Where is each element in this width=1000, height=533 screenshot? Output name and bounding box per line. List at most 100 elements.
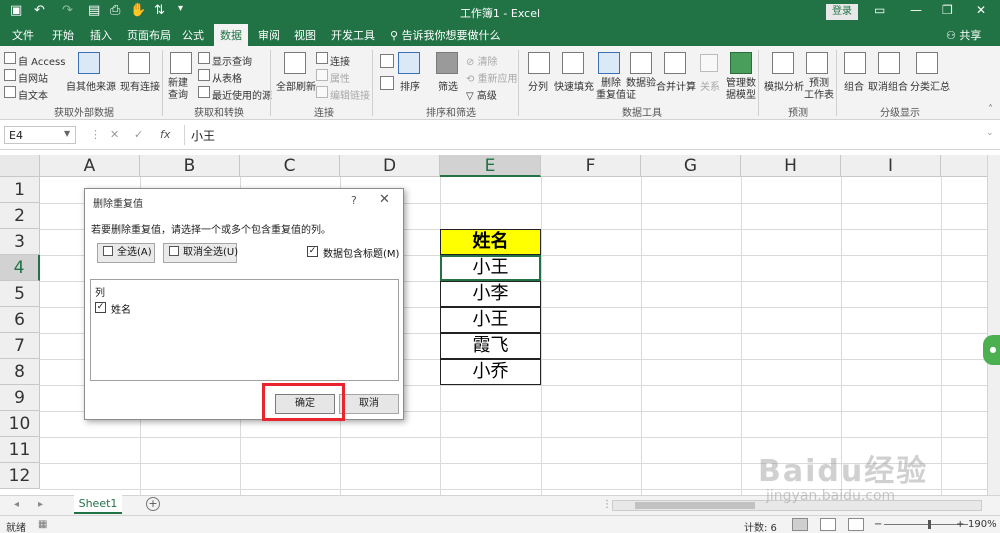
sheet-tab[interactable]: Sheet1	[74, 495, 122, 514]
cell-e7[interactable]: 霞飞	[440, 333, 541, 359]
ribbon-display-icon[interactable]: ▭	[874, 3, 885, 17]
row-header[interactable]: 7	[0, 333, 40, 359]
row-header[interactable]: 11	[0, 437, 40, 463]
forecast-sheet-button[interactable]: 预测 工作表	[804, 78, 834, 102]
cancel-button[interactable]: 取消	[339, 394, 399, 414]
edit-links-button[interactable]: 编辑链接	[330, 87, 370, 102]
row-header[interactable]: 12	[0, 463, 40, 489]
from-text-button[interactable]: 自文本	[18, 87, 48, 102]
group-button[interactable]: 组合	[844, 78, 864, 93]
column-header[interactable]: A	[40, 155, 140, 177]
chevron-down-icon[interactable]: ▼	[64, 129, 70, 138]
other-sources-button[interactable]: 自其他来源	[66, 78, 116, 93]
expand-formula-icon[interactable]: ⌄	[986, 128, 994, 138]
cancel-icon[interactable]: ✕	[110, 128, 119, 141]
from-table-button[interactable]: 从表格	[212, 70, 242, 85]
subtotal-button[interactable]: 分类汇总	[910, 78, 950, 93]
tab-insert[interactable]: 插入	[90, 27, 112, 43]
clear-filter-button[interactable]: ⊘ 清除	[466, 53, 498, 68]
new-query-button[interactable]: 新建 查询	[168, 78, 188, 102]
sort-az-icon[interactable]	[380, 54, 394, 68]
row-header[interactable]: 2	[0, 203, 40, 229]
add-sheet-icon[interactable]: +	[146, 497, 160, 511]
data-validation-button[interactable]: 数据验 证	[626, 78, 656, 102]
formula-input[interactable]: 小王	[184, 125, 994, 145]
column-header[interactable]: F	[541, 155, 641, 177]
cell-e4[interactable]: 小王	[440, 255, 541, 281]
relationships-button[interactable]: 关系	[700, 78, 720, 93]
properties-button[interactable]: 属性	[330, 70, 350, 85]
page-layout-view-icon[interactable]	[820, 518, 836, 531]
existing-connections-button[interactable]: 现有连接	[120, 78, 160, 93]
remove-duplicates-button[interactable]: 删除 重复值	[596, 78, 626, 102]
macro-record-icon[interactable]: ▦	[38, 519, 47, 530]
insert-function-icon[interactable]: fx	[160, 128, 170, 141]
recent-sources-button[interactable]: 最近使用的源	[212, 87, 272, 102]
cell-e6[interactable]: 小王	[440, 307, 541, 333]
tab-developer[interactable]: 开发工具	[331, 27, 375, 43]
close-icon[interactable]: ✕	[379, 192, 390, 207]
maximize-icon[interactable]: ❐	[942, 3, 953, 17]
column-header[interactable]: C	[240, 155, 340, 177]
cell-e8[interactable]: 小乔	[440, 359, 541, 385]
normal-view-icon[interactable]	[792, 518, 808, 531]
from-access-button[interactable]: 自 Access	[18, 53, 65, 68]
zoom-slider-thumb[interactable]	[928, 520, 931, 529]
floating-widget-icon[interactable]: ●	[983, 335, 1000, 365]
tab-home[interactable]: 开始	[52, 27, 74, 43]
zoom-out-icon[interactable]: −	[874, 519, 882, 530]
close-icon[interactable]: ✕	[976, 3, 986, 17]
connections-button[interactable]: 连接	[330, 53, 350, 68]
sort-button[interactable]: 排序	[400, 78, 420, 93]
page-break-view-icon[interactable]	[848, 518, 864, 531]
cell-e5[interactable]: 小李	[440, 281, 541, 307]
filter-button[interactable]: 筛选	[438, 78, 458, 93]
row-header[interactable]: 3	[0, 229, 40, 255]
manage-data-model-button[interactable]: 管理数 据模型	[726, 78, 756, 102]
tell-me-search[interactable]: ⚲ 告诉我你想要做什么	[390, 27, 501, 43]
row-header[interactable]: 9	[0, 385, 40, 411]
vertical-scrollbar[interactable]	[987, 155, 1000, 495]
row-header[interactable]: 8	[0, 359, 40, 385]
column-header[interactable]	[941, 155, 987, 177]
zoom-level[interactable]: 190%	[968, 519, 997, 530]
row-header[interactable]: 5	[0, 281, 40, 307]
row-header[interactable]: 4	[0, 255, 40, 281]
tab-file[interactable]: 文件	[12, 27, 34, 43]
unselect-all-button[interactable]: 取消全选(U)	[163, 243, 238, 263]
select-all-button[interactable]: 全选(A)	[97, 243, 155, 263]
minimize-icon[interactable]: —	[910, 3, 922, 17]
refresh-all-button[interactable]: 全部刷新	[276, 78, 316, 93]
column-header[interactable]: D	[340, 155, 440, 177]
enter-icon[interactable]: ✓	[134, 128, 143, 141]
what-if-analysis-button[interactable]: 模拟分析	[764, 78, 804, 93]
sort-za-icon[interactable]	[380, 76, 394, 90]
prev-sheet-icon[interactable]: ◂	[14, 499, 19, 510]
column-label[interactable]: 姓名	[111, 301, 131, 316]
zoom-in-icon[interactable]: +	[956, 519, 964, 530]
next-sheet-icon[interactable]: ▸	[38, 499, 43, 510]
row-header[interactable]: 1	[0, 177, 40, 203]
collapse-ribbon-icon[interactable]: ˄	[988, 104, 993, 115]
share-button[interactable]: ⚇ 共享	[946, 27, 981, 43]
select-all-corner[interactable]	[0, 155, 40, 177]
login-button[interactable]: 登录	[826, 4, 858, 20]
ungroup-button[interactable]: 取消组合	[868, 78, 908, 93]
help-icon[interactable]: ?	[351, 194, 357, 207]
row-header[interactable]: 6	[0, 307, 40, 333]
has-headers-checkbox[interactable]: ✓	[307, 246, 318, 257]
column-header[interactable]: H	[741, 155, 841, 177]
cell-e3-header[interactable]: 姓名	[440, 229, 541, 255]
column-checkbox[interactable]: ✓	[95, 302, 106, 313]
tab-data[interactable]: 数据	[214, 24, 248, 46]
flash-fill-button[interactable]: 快速填充	[554, 78, 594, 93]
show-queries-button[interactable]: 显示查询	[212, 53, 252, 68]
text-to-columns-button[interactable]: 分列	[528, 78, 548, 93]
column-header[interactable]: E	[440, 155, 541, 177]
tab-review[interactable]: 审阅	[258, 27, 280, 43]
column-header[interactable]: I	[841, 155, 941, 177]
consolidate-button[interactable]: 合并计算	[656, 78, 696, 93]
column-header[interactable]: B	[140, 155, 240, 177]
reapply-button[interactable]: ⟲ 重新应用	[466, 70, 518, 85]
tab-split-icon[interactable]: ⋮	[602, 499, 612, 510]
